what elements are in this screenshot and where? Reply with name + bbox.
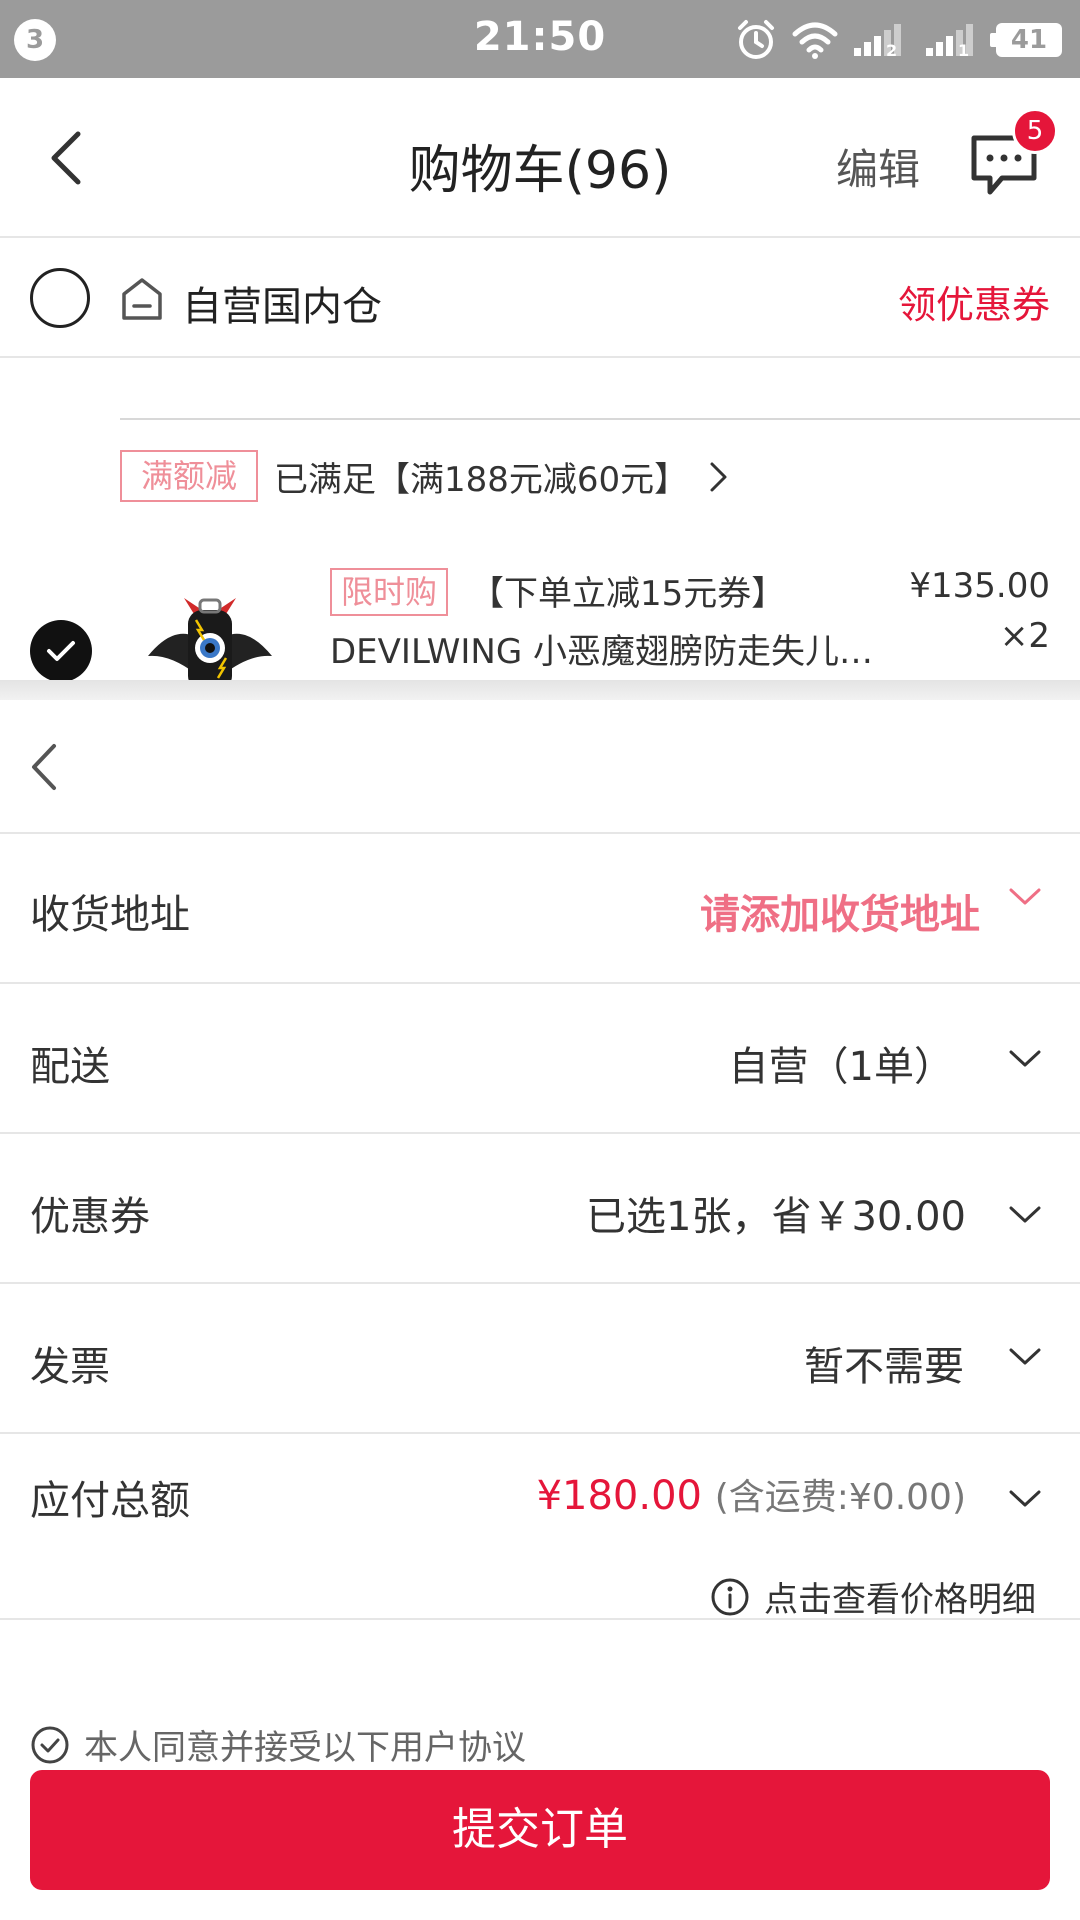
agreement-text: 本人同意并接受以下用户协议	[84, 1728, 526, 1768]
coupon-label: 优惠券	[30, 1194, 150, 1240]
chevron-down-icon	[1009, 1348, 1041, 1365]
coupon-row[interactable]: 优惠券 已选1张，省￥30.00	[0, 1134, 1080, 1284]
total-amount: ¥180.00	[536, 1473, 702, 1519]
edit-button[interactable]: 编辑	[836, 136, 920, 197]
address-label: 收货地址	[30, 892, 190, 938]
info-icon	[711, 1578, 749, 1615]
submit-order-button[interactable]: 提交订单	[30, 1770, 1050, 1890]
check-circle-icon[interactable]	[30, 1725, 70, 1765]
price-detail-text: 点击查看价格明细	[764, 1580, 1036, 1620]
chevron-down-icon	[1009, 888, 1041, 905]
coupon-value: 已选1张，省￥30.00	[586, 1194, 966, 1240]
back-icon[interactable]	[26, 742, 62, 792]
chevron-down-icon	[1009, 1490, 1041, 1507]
item-promo-text: 【下单立减15元券】	[470, 574, 786, 614]
item-name[interactable]: DEVILWING 小恶魔翅膀防走失儿…	[330, 624, 910, 673]
sim2-label: 1	[958, 41, 969, 58]
message-badge: 5	[1012, 108, 1058, 154]
flash-sale-tag: 限时购	[330, 568, 448, 616]
sheet-shadow	[0, 680, 1080, 702]
chevron-down-icon	[1009, 1206, 1041, 1223]
invoice-row[interactable]: 发票 暂不需要	[0, 1284, 1080, 1434]
battery-icon: 41	[990, 23, 1062, 57]
add-address-link[interactable]: 请添加收货地址	[700, 882, 980, 940]
price-detail-link[interactable]: 点击查看价格明细	[710, 1572, 1036, 1621]
delivery-label: 配送	[30, 1044, 110, 1090]
item-quantity: ×2	[999, 616, 1050, 656]
address-row[interactable]: 收货地址 请添加收货地址	[0, 834, 1080, 984]
signal-icon: 1	[926, 24, 973, 58]
status-icons: 2 1 41	[734, 16, 1062, 64]
order-confirm-sheet: 收货地址 请添加收货地址 配送 自营（1单） 优惠券 已选1张，省￥30.00 …	[0, 700, 1080, 1920]
total-row[interactable]: 应付总额 ¥180.00 (含运费:¥0.00) 点击查看价格明细	[0, 1434, 1080, 1620]
chevron-down-icon	[1009, 1050, 1041, 1067]
chevron-right-icon[interactable]	[708, 460, 730, 494]
store-icon	[122, 278, 162, 320]
item-price: ¥135.00	[909, 566, 1050, 606]
store-row: 自营国内仓 领优惠券	[0, 240, 1080, 358]
store-select-radio[interactable]	[30, 268, 90, 328]
divider	[120, 418, 1080, 420]
promo-tag: 满额减	[120, 450, 258, 502]
delivery-value: 自营（1单）	[728, 1044, 954, 1090]
wifi-icon	[792, 22, 838, 59]
item-select-checkbox[interactable]	[30, 620, 92, 682]
check-icon	[47, 641, 75, 661]
signal-icon: 2	[854, 24, 901, 58]
sheet-header	[0, 700, 1080, 834]
promo-text[interactable]: 已满足【满188元减60元】	[274, 452, 688, 501]
sim1-label: 2	[886, 41, 897, 58]
agreement-row[interactable]: 本人同意并接受以下用户协议	[30, 1720, 526, 1769]
delivery-row[interactable]: 配送 自营（1单）	[0, 984, 1080, 1134]
store-name: 自营国内仓	[182, 284, 382, 330]
cart-header: 购物车(96) 编辑 5	[0, 78, 1080, 238]
total-label: 应付总额	[30, 1478, 190, 1524]
invoice-label: 发票	[30, 1344, 110, 1390]
status-bar: 3 21:50 2 1 41	[0, 0, 1080, 78]
get-coupon-link[interactable]: 领优惠券	[898, 274, 1050, 329]
invoice-value: 暂不需要	[804, 1344, 964, 1390]
alarm-icon	[738, 20, 774, 59]
shipping-fee: (含运费:¥0.00)	[714, 1477, 966, 1518]
